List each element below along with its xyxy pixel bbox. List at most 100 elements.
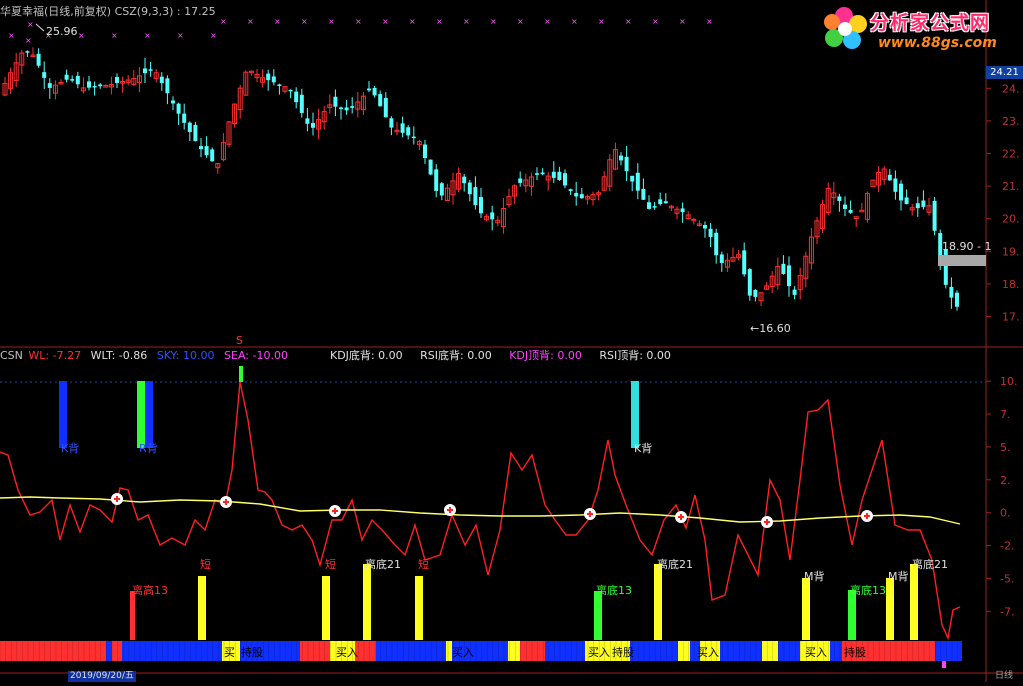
bottom21-label-1: 离底21: [365, 557, 401, 571]
candle-body-down: [714, 232, 719, 256]
candle-body-down: [199, 146, 203, 150]
chart-canvas[interactable]: 24. 23. 22. 21. 20. 19. 18. 17. 10. 7. 5. 2. 0. -2. -…: [0, 0, 1023, 682]
signal-strip-segment: [545, 641, 585, 661]
low-price-label: ←16.60: [750, 322, 791, 335]
candle-body-down: [193, 124, 198, 142]
signal-strip-segment: [300, 641, 330, 661]
r-back-bar-blue: [145, 381, 153, 448]
candle-body-down: [159, 76, 164, 83]
bottom21-label-2: 离底21: [657, 557, 693, 571]
indicator-value: : 17.25: [176, 5, 216, 18]
date-cursor-label: 2019/09/20/五: [68, 671, 136, 682]
x-marker: ×: [598, 17, 605, 26]
candle-body-down: [406, 127, 411, 136]
indicator-header: CSN WL: -7.27 WLT: -0.86 SKY: 10.00 SEA:…: [0, 349, 288, 362]
x-marker: ×: [25, 36, 32, 45]
bottom21-bar-2: [654, 564, 662, 640]
buy-label-5: 买入: [805, 646, 827, 659]
current-price-bar: [938, 255, 986, 266]
kdj-bottom-value: KDJ底背: 0.00: [330, 349, 403, 362]
candlestick-series[interactable]: [2, 47, 986, 311]
price-tick-label: 22.: [1002, 148, 1020, 161]
signal-strip-segment: [106, 641, 112, 661]
candle-body-down: [187, 122, 192, 132]
x-marker: ×: [220, 17, 227, 26]
candle-body-down: [619, 155, 623, 161]
period-label: 日线: [995, 671, 1014, 681]
x-marker: ×: [571, 17, 578, 26]
candle-body-down: [350, 106, 355, 108]
x-marker: ×: [517, 17, 524, 26]
candle-body-down: [42, 72, 47, 78]
candle-body-down: [277, 84, 282, 86]
logo-title: 分析家公式网: [870, 12, 991, 34]
sky-value: SKY: 10.00: [156, 349, 215, 362]
candle-body-down: [266, 73, 271, 81]
candle-body-down: [540, 172, 545, 175]
short-bar-1: [198, 576, 206, 640]
bottom13-label-1: 离底13: [596, 583, 632, 597]
candle-body-down: [630, 175, 635, 182]
signal-strip-segment: [720, 641, 762, 661]
x-marker: ×: [355, 17, 362, 26]
candle-body-down: [288, 89, 293, 92]
m-back-bar-1: [802, 578, 810, 640]
k-back-label: K背: [61, 441, 79, 455]
x-marker: ×: [652, 17, 659, 26]
indicator-csn: CSN: [0, 349, 23, 362]
candle-body-down: [551, 171, 556, 178]
candle-body-down: [708, 228, 713, 237]
candle-body-down: [479, 197, 483, 214]
r-back-label: R背: [139, 441, 158, 455]
candle-body-down: [563, 173, 567, 186]
signal-strip-segment: [112, 641, 122, 661]
candle-body-down: [148, 69, 153, 71]
candle-body-down: [490, 212, 495, 220]
x-marker: ×: [27, 20, 34, 29]
price-tick-label: 17.: [1002, 311, 1020, 324]
candle-body-down: [87, 81, 91, 88]
candle-body-down: [64, 74, 69, 80]
signal-strip-segment: [875, 641, 890, 661]
high-price-label: 25.96: [46, 25, 78, 38]
rsi-bottom-value: RSI底背: 0.00: [420, 349, 492, 362]
candle-body-down: [921, 200, 926, 207]
candle-body-down: [899, 183, 903, 201]
candle-body-down: [400, 123, 405, 133]
top-x-markers: ××× × × × × × × × × × × × × × × × × × × ×× × × × × ×: [8, 17, 713, 45]
indicator-tick-label: 0.: [1000, 507, 1011, 520]
signal-strip-segment: [778, 641, 800, 661]
x-marker: ×: [177, 31, 184, 40]
candle-body-down: [893, 178, 898, 192]
hold-label-3: 持股: [844, 645, 866, 659]
x-marker: ×: [8, 31, 15, 40]
cross-markers: [111, 493, 873, 528]
candle-body-down: [299, 94, 304, 113]
candle-body-down: [742, 250, 747, 275]
candle-body-down: [339, 107, 343, 110]
candle-body-down: [932, 200, 937, 231]
candle-body-down: [367, 88, 371, 91]
short-bar-2: [322, 576, 330, 640]
x-marker: ×: [382, 17, 389, 26]
candle-body-down: [411, 136, 416, 139]
kdj-top-value: KDJ顶背: 0.00: [509, 349, 582, 362]
bottom21-label-3: 离底21: [912, 557, 948, 571]
candle-body-down: [439, 183, 444, 196]
candle-body-down: [887, 174, 892, 181]
candle-body-down: [344, 107, 349, 111]
candle-body-down: [428, 159, 433, 175]
candle-body-down: [792, 289, 797, 295]
r-back-bar-green: [137, 381, 145, 448]
price-tick-label: 24.: [1002, 82, 1020, 95]
candle-body-down: [647, 202, 651, 209]
signal-strip-segment: [678, 641, 690, 661]
s-signal-label: S: [236, 334, 243, 347]
chart-stage[interactable]: 24. 23. 22. 21. 20. 19. 18. 17. 10. 7. 5. 2. 0. -2. -…: [0, 0, 1023, 682]
candle-body-down: [171, 100, 175, 104]
hold-label-1: 持股: [241, 645, 263, 659]
signal-labels: 25.96←16.6018.90 - 1K背 R背 K背S离高13短短离底21 短离底…: [35, 23, 991, 659]
k-back-bar: [59, 381, 67, 448]
indicator-tick-label: -5.: [1000, 572, 1014, 585]
candle-body-down: [143, 68, 147, 74]
